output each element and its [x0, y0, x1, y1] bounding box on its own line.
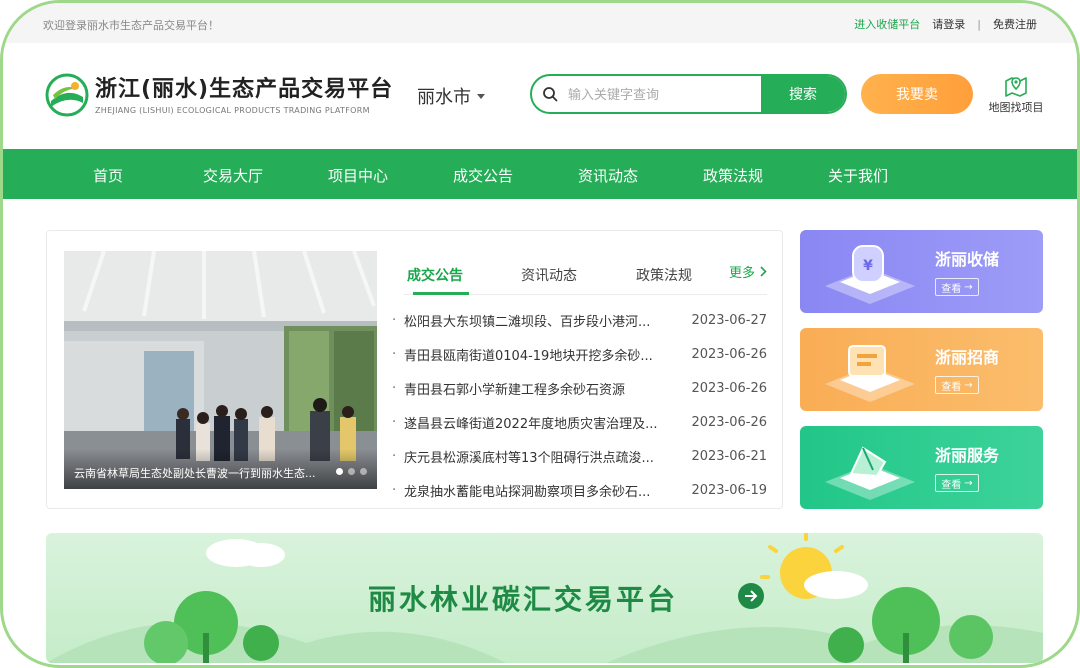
sell-button[interactable]: 我要卖: [861, 74, 973, 114]
news-date: 2023-06-26: [691, 346, 767, 362]
news-list: · 松阳县大东坝镇二滩坝段、百步段小港河... 2023-06-27 · 青田县…: [392, 303, 767, 507]
search-input[interactable]: [568, 76, 761, 112]
chevron-right-icon: [760, 266, 767, 277]
bullet-icon: ·: [392, 482, 397, 498]
nav-project-center[interactable]: 项目中心: [328, 165, 388, 186]
storage-view-button[interactable]: 查看 →: [935, 278, 979, 296]
city-selector[interactable]: 丽水市: [417, 83, 485, 109]
investment-view-button[interactable]: 查看 →: [935, 376, 979, 394]
banner-title: 丽水林业碳汇交易平台: [368, 583, 679, 616]
caret-down-icon: [477, 93, 485, 99]
register-link[interactable]: 免费注册: [993, 16, 1037, 32]
service-illustration-icon: [825, 446, 915, 500]
brand-name: 浙江(丽水)生态产品交易平台: [95, 77, 394, 102]
storage-illustration-icon: ¥: [825, 245, 915, 304]
news-title[interactable]: 青田县石郭小学新建工程多余砂石资源: [404, 379, 687, 398]
bullet-icon: ·: [392, 346, 397, 362]
bullet-icon: ·: [392, 448, 397, 464]
news-title[interactable]: 龙泉抽水蓄能电站探洞勘察项目多余砂石...: [404, 481, 687, 500]
view-label: 查看: [941, 479, 962, 491]
investment-illustration-icon: [825, 345, 915, 402]
storage-platform-link[interactable]: 进入收储平台: [854, 16, 920, 32]
bullet-icon: ·: [392, 312, 397, 328]
tab-deal-notices[interactable]: 成交公告: [407, 265, 463, 285]
news-row[interactable]: · 青田县石郭小学新建工程多余砂石资源 2023-06-26: [392, 371, 767, 405]
map-pin-icon: [1005, 77, 1027, 97]
nav-news[interactable]: 资讯动态: [578, 165, 638, 186]
investment-label: 浙丽招商: [935, 348, 1000, 367]
carbon-trading-banner[interactable]: 丽水林业碳汇交易平台: [46, 533, 1043, 663]
top-bar: 欢迎登录丽水市生态产品交易平台！ 进入收储平台 请登录 | 免费注册: [3, 3, 1077, 43]
carousel-dot[interactable]: [360, 468, 367, 475]
news-row[interactable]: · 松阳县大东坝镇二滩坝段、百步段小港河... 2023-06-27: [392, 303, 767, 337]
service-card[interactable]: 浙丽服务 查看 →: [800, 426, 1043, 509]
news-date: 2023-06-26: [691, 380, 767, 396]
arrow-right-icon: →: [964, 379, 973, 391]
news-row[interactable]: · 青田县瓯南街道0104-19地块开挖多余砂... 2023-06-26: [392, 337, 767, 371]
map-find-label: 地图找项目: [988, 101, 1044, 114]
bullet-icon: ·: [392, 414, 397, 430]
news-date: 2023-06-27: [691, 312, 767, 328]
service-label: 浙丽服务: [935, 446, 1000, 465]
header: 浙江(丽水)生态产品交易平台 ZHEJIANG (LISHUI) ECOLOGI…: [3, 43, 1077, 149]
service-view-button[interactable]: 查看 →: [935, 474, 979, 492]
nav-deal-notices[interactable]: 成交公告: [453, 165, 513, 186]
bullet-icon: ·: [392, 380, 397, 396]
arrow-circle-right-icon[interactable]: [738, 583, 764, 609]
news-title[interactable]: 松阳县大东坝镇二滩坝段、百步段小港河...: [404, 311, 687, 330]
page-frame: 欢迎登录丽水市生态产品交易平台！ 进入收储平台 请登录 | 免费注册 浙江(丽水…: [0, 0, 1080, 668]
active-tab-underline: [413, 292, 469, 295]
arrow-right-icon: →: [964, 281, 973, 293]
carousel[interactable]: 云南省林草局生态处副处长曹波一行到丽水生态...: [64, 251, 377, 489]
nav-trading-hall[interactable]: 交易大厅: [203, 165, 263, 186]
carousel-dot[interactable]: [348, 468, 355, 475]
svg-text:¥: ¥: [863, 258, 873, 274]
welcome-text: 欢迎登录丽水市生态产品交易平台！: [43, 19, 219, 32]
top-links: 进入收储平台 请登录 | 免费注册: [854, 16, 1037, 32]
news-row[interactable]: · 遂昌县云峰街道2022年度地质灾害治理及... 2023-06-26: [392, 405, 767, 439]
main-nav: 首页 交易大厅 项目中心 成交公告 资讯动态 政策法规 关于我们: [3, 149, 1077, 199]
more-label: 更多: [728, 266, 755, 281]
news-card: 云南省林草局生态处副处长曹波一行到丽水生态... 成交公告 资讯动态 政策法规 …: [46, 230, 783, 509]
nav-about[interactable]: 关于我们: [828, 165, 888, 186]
brand-name-en: ZHEJIANG (LISHUI) ECOLOGICAL PRODUCTS TR…: [95, 106, 370, 115]
storage-card[interactable]: ¥ 浙丽收储 查看 →: [800, 230, 1043, 313]
platform-logo[interactable]: [45, 73, 89, 117]
arrow-right-icon: →: [964, 477, 973, 489]
tab-news[interactable]: 资讯动态: [521, 265, 577, 285]
view-label: 查看: [941, 381, 962, 393]
news-title[interactable]: 青田县瓯南街道0104-19地块开挖多余砂...: [404, 345, 687, 364]
news-title[interactable]: 庆元县松源溪底村等13个阻碍行洪点疏浚...: [404, 447, 687, 466]
news-row[interactable]: · 龙泉抽水蓄能电站探洞勘察项目多余砂石... 2023-06-19: [392, 473, 767, 507]
brand[interactable]: 浙江(丽水)生态产品交易平台 ZHEJIANG (LISHUI) ECOLOGI…: [95, 71, 393, 115]
tab-policies[interactable]: 政策法规: [636, 265, 692, 285]
search-button[interactable]: 搜索: [761, 76, 845, 112]
investment-card[interactable]: 浙丽招商 查看 →: [800, 328, 1043, 411]
map-find-button[interactable]: 地图找项目: [985, 73, 1047, 115]
news-date: 2023-06-19: [691, 482, 767, 498]
nav-home[interactable]: 首页: [93, 165, 123, 186]
login-link[interactable]: 请登录: [932, 16, 965, 32]
more-link[interactable]: 更多: [729, 262, 767, 281]
news-tabs: 成交公告 资讯动态 政策法规 更多: [404, 257, 767, 295]
search-icon: [532, 76, 568, 112]
news-date: 2023-06-26: [691, 414, 767, 430]
top-divider: |: [977, 17, 981, 31]
carousel-dots: [336, 468, 367, 475]
view-label: 查看: [941, 283, 962, 295]
news-row[interactable]: · 庆元县松源溪底村等13个阻碍行洪点疏浚... 2023-06-21: [392, 439, 767, 473]
search-box: 搜索: [530, 74, 847, 114]
news-date: 2023-06-21: [691, 448, 767, 464]
nav-policies[interactable]: 政策法规: [703, 165, 763, 186]
carousel-dot[interactable]: [336, 468, 343, 475]
city-label: 丽水市: [417, 87, 471, 108]
carousel-caption: 云南省林草局生态处副处长曹波一行到丽水生态...: [64, 449, 377, 489]
storage-label: 浙丽收储: [935, 250, 1000, 269]
news-title[interactable]: 遂昌县云峰街道2022年度地质灾害治理及...: [404, 413, 687, 432]
